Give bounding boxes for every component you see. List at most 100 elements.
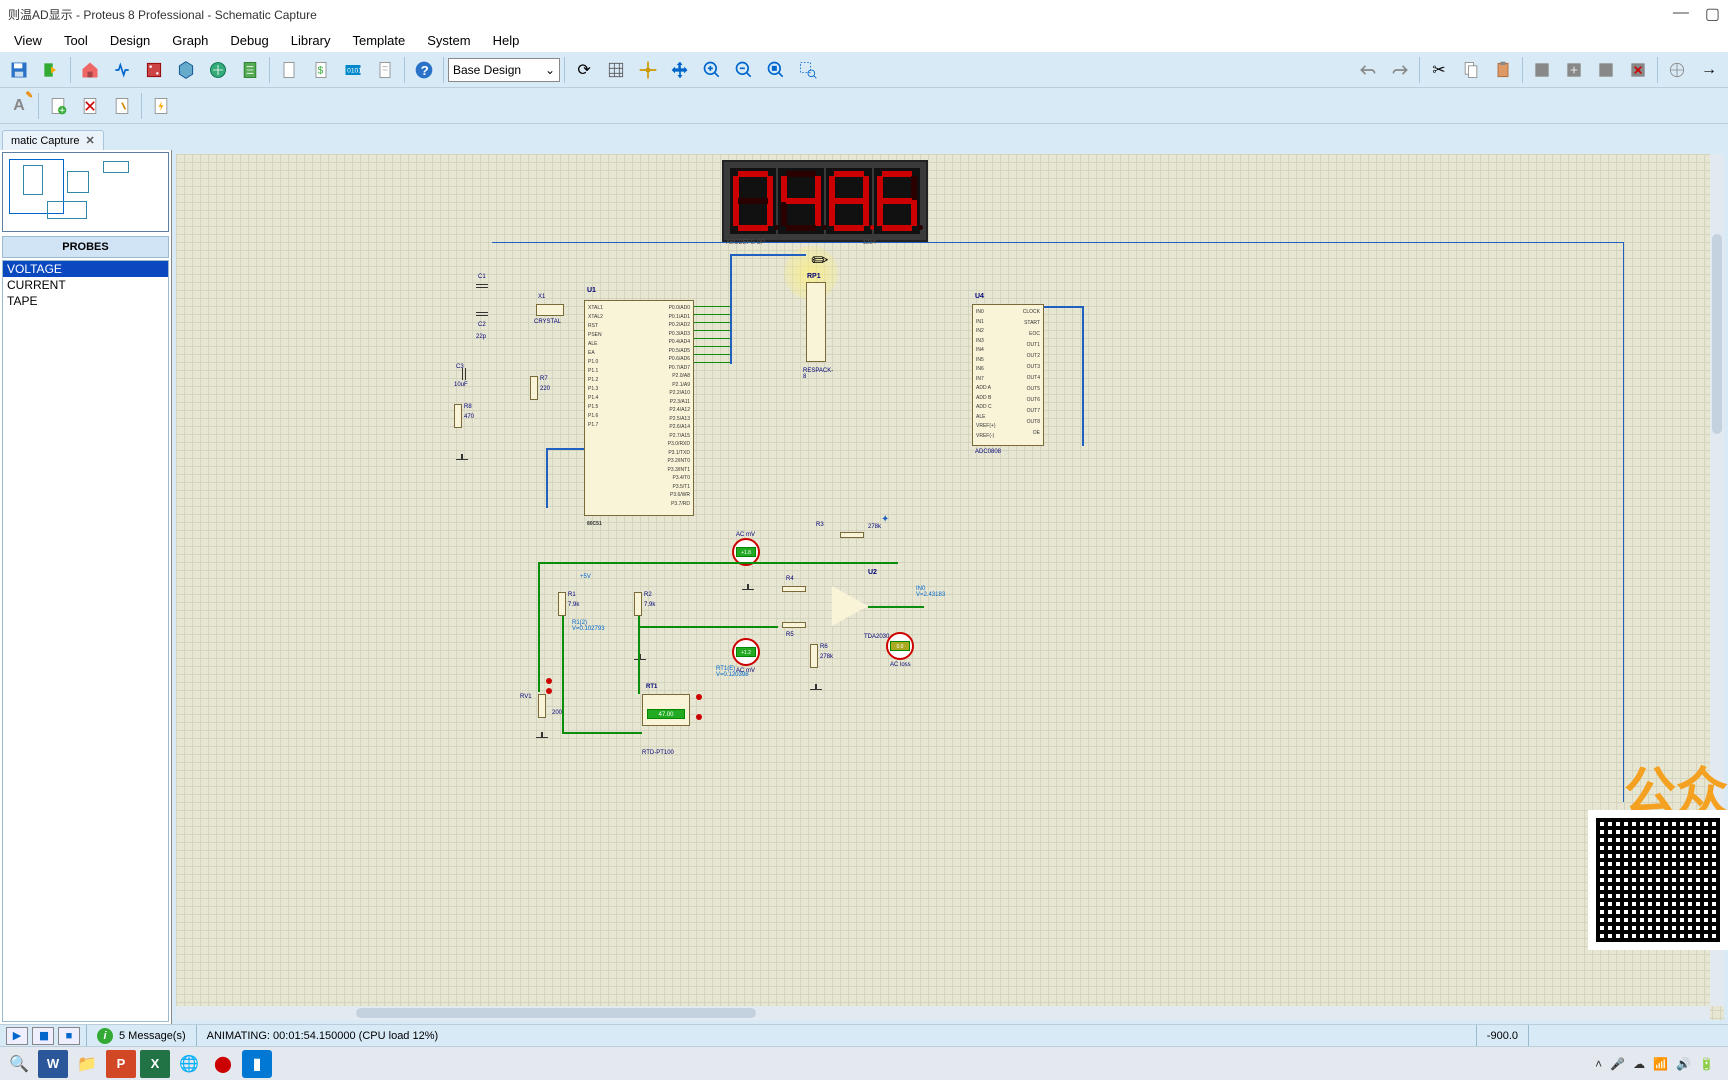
stop-button[interactable]: ■ [58, 1027, 80, 1045]
tab-close-icon[interactable]: ✕ [85, 134, 94, 147]
taskbar-excel-icon[interactable]: X [140, 1050, 170, 1078]
tray-vol-icon[interactable]: 🔊 [1676, 1057, 1691, 1071]
block-copy-icon[interactable] [1527, 55, 1557, 85]
message-count[interactable]: 5 Message(s) [119, 1030, 186, 1042]
design-combo[interactable]: Base Design⌄ [448, 58, 560, 82]
pcb-icon[interactable] [139, 55, 169, 85]
zoom-fit-icon[interactable] [761, 55, 791, 85]
pot-rv1[interactable] [538, 694, 546, 718]
paste-icon[interactable] [1488, 55, 1518, 85]
sheet-add-icon[interactable] [43, 91, 73, 121]
undo-icon[interactable] [1353, 55, 1383, 85]
res-r3[interactable] [840, 532, 864, 538]
menu-template[interactable]: Template [342, 31, 415, 50]
gerber-icon[interactable] [203, 55, 233, 85]
rt-down[interactable] [696, 714, 702, 720]
pan-icon[interactable] [665, 55, 695, 85]
home-icon[interactable] [75, 55, 105, 85]
block-rotate-icon[interactable] [1591, 55, 1621, 85]
meter-bot[interactable]: +1.2 [732, 638, 760, 666]
sheet-tool-icon[interactable] [107, 91, 137, 121]
pot-down[interactable] [546, 688, 552, 694]
taskbar-word-icon[interactable]: W [38, 1050, 68, 1078]
doc-icon[interactable] [274, 55, 304, 85]
play-button[interactable]: ▶ [6, 1027, 28, 1045]
taskbar-record-icon[interactable]: ⬤ [208, 1050, 238, 1078]
tray-cloud-icon[interactable]: ☁ [1633, 1057, 1645, 1071]
save-icon[interactable] [4, 55, 34, 85]
zoom-area-icon[interactable] [793, 55, 823, 85]
menu-debug[interactable]: Debug [220, 31, 278, 50]
taskbar-browser-icon[interactable]: 🌐 [174, 1050, 204, 1078]
maximize-button[interactable]: ▢ [1705, 4, 1720, 24]
res-r1[interactable] [558, 592, 566, 616]
overview-panel[interactable] [2, 152, 169, 232]
copy-icon[interactable] [1456, 55, 1486, 85]
res-r5[interactable] [782, 622, 806, 628]
taskbar-search-icon[interactable]: 🔍 [4, 1050, 34, 1078]
help-icon[interactable]: ? [409, 55, 439, 85]
tray-bat-icon[interactable]: 🔋 [1699, 1057, 1714, 1071]
menu-system[interactable]: System [417, 31, 480, 50]
probe-tape[interactable]: TAPE [3, 293, 168, 309]
res-r7[interactable] [530, 376, 538, 400]
probe-voltage[interactable]: VOLTAGE [3, 261, 168, 277]
text-tool-icon[interactable]: A✎ [4, 91, 34, 121]
tray-mic-icon[interactable]: 🎤 [1610, 1057, 1625, 1071]
cut-icon[interactable]: ✂ [1424, 55, 1454, 85]
pick-icon[interactable] [1662, 55, 1692, 85]
menu-tool[interactable]: Tool [54, 31, 98, 50]
pot-up[interactable] [546, 678, 552, 684]
grid-icon[interactable] [601, 55, 631, 85]
rt-up[interactable] [696, 694, 702, 700]
binary-icon[interactable]: 0101 [338, 55, 368, 85]
refresh-icon[interactable]: ⟳ [569, 55, 599, 85]
tray-up-icon[interactable]: ˄ [1595, 1057, 1602, 1071]
origin-icon[interactable] [633, 55, 663, 85]
chip-rp1[interactable]: RP1 RESPACK-8 [806, 282, 826, 362]
hscroll[interactable] [176, 1006, 1710, 1020]
pause-button[interactable]: ▮▮ [32, 1027, 54, 1045]
taskbar-explorer-icon[interactable]: 📁 [72, 1050, 102, 1078]
tray-net-icon[interactable]: 📶 [1653, 1057, 1668, 1071]
close-project-icon[interactable] [36, 55, 66, 85]
cap-c2[interactable] [476, 312, 488, 316]
zoom-out-icon[interactable] [729, 55, 759, 85]
minimize-button[interactable]: — [1673, 4, 1689, 24]
flash-icon[interactable] [146, 91, 176, 121]
menu-help[interactable]: Help [483, 31, 530, 50]
block-move-icon[interactable] [1559, 55, 1589, 85]
money-icon[interactable]: $ [306, 55, 336, 85]
crystal-x1[interactable] [536, 304, 564, 316]
res-r4[interactable] [782, 586, 806, 592]
rtd-rt1[interactable]: 47.00 [642, 694, 690, 726]
meter-right[interactable]: 0.0 [886, 632, 914, 660]
zoom-in-icon[interactable] [697, 55, 727, 85]
arrow-right-icon[interactable]: → [1694, 55, 1724, 85]
info-icon[interactable]: i [97, 1028, 113, 1044]
schematic-icon[interactable] [107, 55, 137, 85]
res-r2[interactable] [634, 592, 642, 616]
block-delete-icon[interactable] [1623, 55, 1653, 85]
3dview-icon[interactable] [171, 55, 201, 85]
bom-icon[interactable] [235, 55, 265, 85]
probe-current[interactable]: CURRENT [3, 277, 168, 293]
menu-graph[interactable]: Graph [162, 31, 218, 50]
tab-schematic-capture[interactable]: matic Capture ✕ [2, 130, 104, 150]
probes-list[interactable]: VOLTAGE CURRENT TAPE [2, 260, 169, 1022]
menu-library[interactable]: Library [281, 31, 341, 50]
notes-icon[interactable] [370, 55, 400, 85]
sheet-delete-icon[interactable] [75, 91, 105, 121]
taskbar-powerpoint-icon[interactable]: P [106, 1050, 136, 1078]
cap-c1[interactable] [476, 284, 488, 288]
system-tray[interactable]: ˄ 🎤 ☁ 📶 🔊 🔋 [1595, 1057, 1724, 1071]
chip-u1[interactable]: U1 80C51 XTAL1XTAL2RSTPSENALEEAP1.0P1.1P… [584, 300, 694, 516]
schematic-canvas[interactable]: ABCDEFG DP1234 ✎ U1 80C51 XTAL1XTAL2RSTP… [176, 154, 1724, 1020]
menu-design[interactable]: Design [100, 31, 160, 50]
res-r6[interactable] [810, 644, 818, 668]
redo-icon[interactable] [1385, 55, 1415, 85]
taskbar-app-icon[interactable]: ▮ [242, 1050, 272, 1078]
menu-view[interactable]: View [4, 31, 52, 50]
res-r8[interactable] [454, 404, 462, 428]
chip-u4[interactable]: U4 ADC0808 IN0IN1IN2IN3IN4IN5IN6IN7ADD A… [972, 304, 1044, 446]
